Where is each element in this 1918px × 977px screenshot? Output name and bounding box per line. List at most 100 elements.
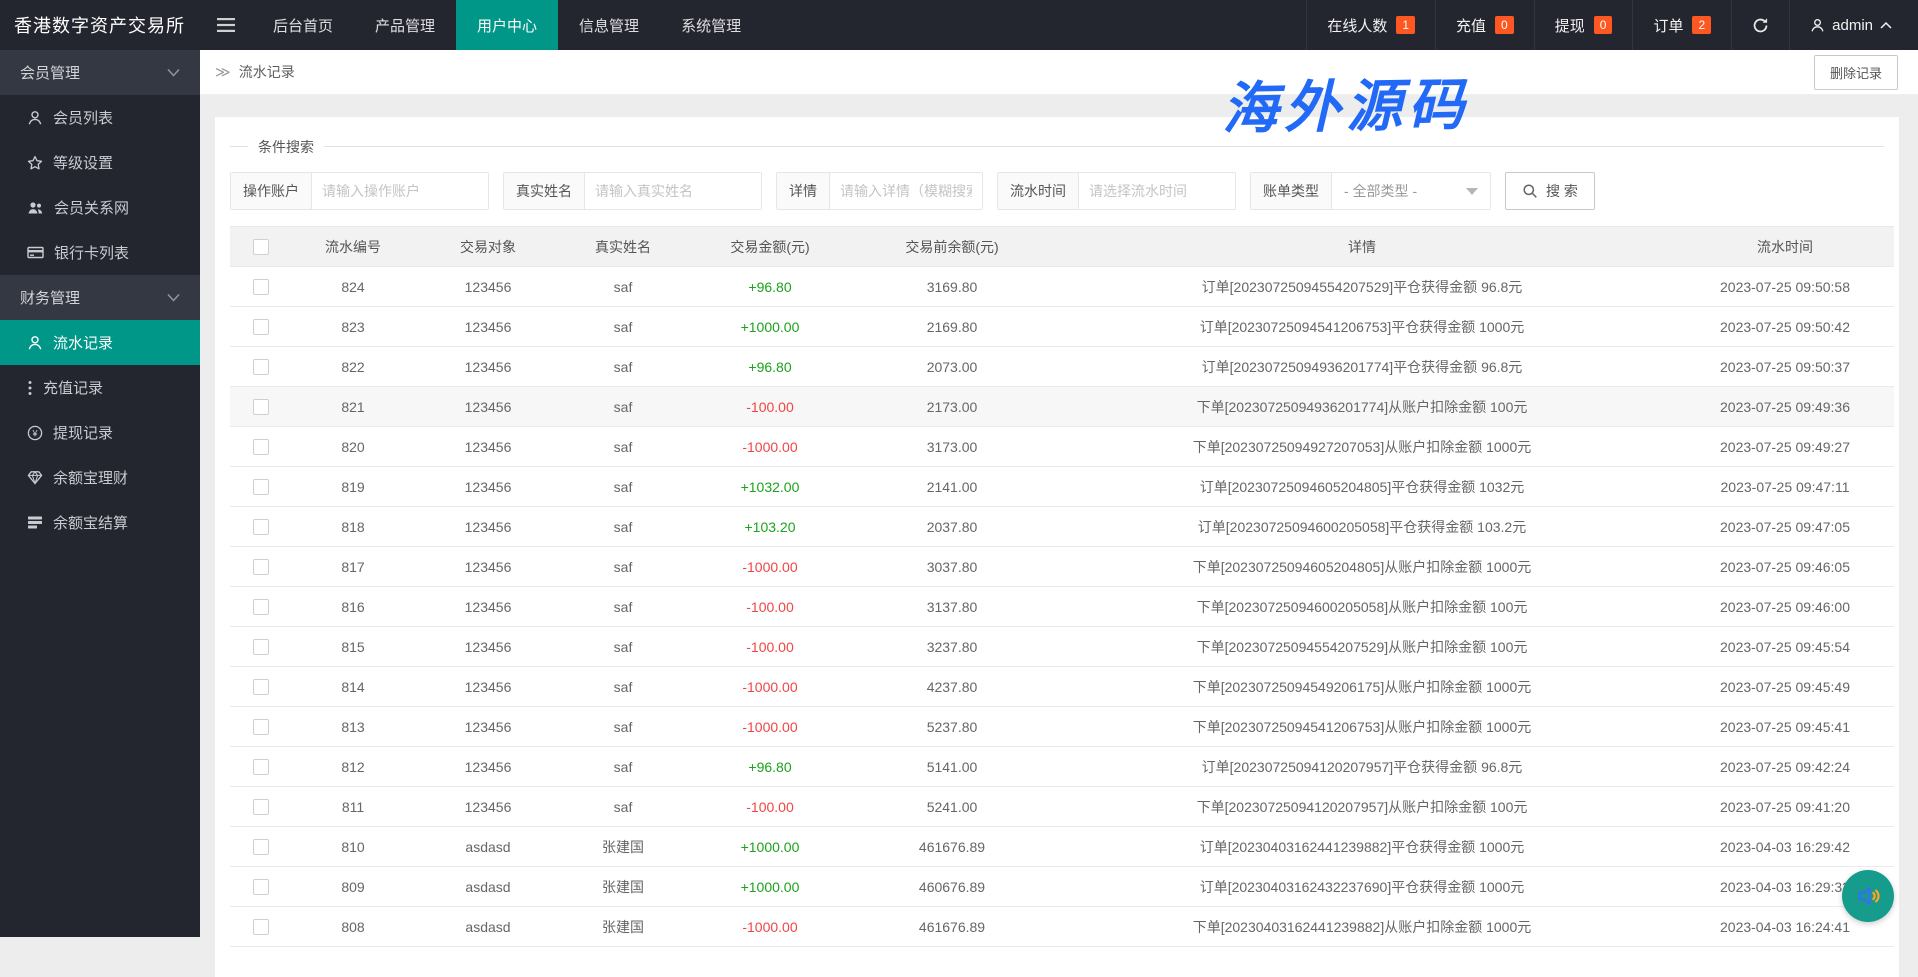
search-input[interactable] bbox=[585, 173, 761, 209]
cell-detail: 下单[20230725094605204805]从账户扣除金额 1000元 bbox=[1048, 547, 1676, 587]
table-row: 812123456saf+96.805141.00订单[202307250941… bbox=[230, 747, 1894, 787]
row-checkbox[interactable] bbox=[253, 439, 269, 455]
cell-flow-id: 815 bbox=[292, 627, 414, 667]
breadcrumb-arrow-icon: ≫ bbox=[215, 63, 231, 81]
checkbox-cell bbox=[230, 827, 292, 867]
sidebar-item-label: 余额宝结算 bbox=[53, 512, 128, 533]
sidebar-item[interactable]: 会员关系网 bbox=[0, 185, 200, 230]
checkbox-cell bbox=[230, 307, 292, 347]
row-checkbox[interactable] bbox=[253, 319, 269, 335]
row-checkbox[interactable] bbox=[253, 399, 269, 415]
cell-detail: 下单[20230725094600205058]从账户扣除金额 100元 bbox=[1048, 587, 1676, 627]
cell-time: 2023-07-25 09:49:36 bbox=[1676, 387, 1894, 427]
row-checkbox[interactable] bbox=[253, 599, 269, 615]
cell-flow-id: 821 bbox=[292, 387, 414, 427]
nav-item[interactable]: 后台首页 bbox=[252, 0, 354, 50]
sidebar-group-title[interactable]: 会员管理 bbox=[0, 50, 200, 95]
bill-type-select[interactable]: - 全部类型 - bbox=[1332, 173, 1490, 209]
cell-time: 2023-07-25 09:45:49 bbox=[1676, 667, 1894, 707]
stat-badge: 0 bbox=[1594, 16, 1613, 34]
hamburger-icon bbox=[217, 18, 235, 32]
select-all-checkbox[interactable] bbox=[253, 239, 269, 255]
cell-real-name: saf bbox=[562, 747, 684, 787]
stat-badge: 2 bbox=[1692, 16, 1711, 34]
cell-account: 123456 bbox=[414, 627, 562, 667]
stat-label: 提现 bbox=[1555, 15, 1585, 36]
user-menu[interactable]: admin bbox=[1789, 0, 1918, 50]
sidebar: 会员管理会员列表等级设置会员关系网银行卡列表财务管理流水记录充值记录¥提现记录余… bbox=[0, 50, 200, 937]
checkbox-cell bbox=[230, 627, 292, 667]
search-input[interactable] bbox=[1079, 173, 1235, 209]
menu-toggle-button[interactable] bbox=[200, 0, 252, 50]
row-checkbox[interactable] bbox=[253, 839, 269, 855]
nav-item[interactable]: 用户中心 bbox=[456, 0, 558, 50]
row-checkbox[interactable] bbox=[253, 919, 269, 935]
cell-account: 123456 bbox=[414, 507, 562, 547]
cell-time: 2023-07-25 09:49:27 bbox=[1676, 427, 1894, 467]
cell-detail: 订单[20230725094605204805]平仓获得金额 1032元 bbox=[1048, 467, 1676, 507]
sidebar-item[interactable]: 流水记录 bbox=[0, 320, 200, 365]
nav-item[interactable]: 产品管理 bbox=[354, 0, 456, 50]
search-field-group: 真实姓名 bbox=[503, 172, 762, 210]
sidebar-item[interactable]: 余额宝结算 bbox=[0, 500, 200, 545]
search-button[interactable]: 搜 索 bbox=[1505, 172, 1595, 210]
cell-balance: 5237.80 bbox=[856, 707, 1048, 747]
row-checkbox[interactable] bbox=[253, 479, 269, 495]
sidebar-group-title[interactable]: 财务管理 bbox=[0, 275, 200, 320]
row-checkbox[interactable] bbox=[253, 879, 269, 895]
refresh-button[interactable] bbox=[1731, 0, 1789, 50]
search-field-label: 操作账户 bbox=[231, 173, 312, 209]
content-card: 条件搜索 操作账户真实姓名详情流水时间账单类型- 全部类型 -搜 索 流水编号交… bbox=[215, 117, 1899, 977]
sidebar-item-label: 流水记录 bbox=[53, 332, 113, 353]
row-checkbox[interactable] bbox=[253, 719, 269, 735]
cell-amount: +96.80 bbox=[684, 747, 856, 787]
header-stat[interactable]: 在线人数1 bbox=[1306, 0, 1435, 50]
sidebar-item[interactable]: 会员列表 bbox=[0, 95, 200, 140]
row-checkbox[interactable] bbox=[253, 639, 269, 655]
search-field-label: 真实姓名 bbox=[504, 173, 585, 209]
cell-flow-id: 819 bbox=[292, 467, 414, 507]
row-checkbox[interactable] bbox=[253, 359, 269, 375]
cell-amount: -100.00 bbox=[684, 387, 856, 427]
search-input[interactable] bbox=[312, 173, 488, 209]
cell-balance: 3237.80 bbox=[856, 627, 1048, 667]
sidebar-item-label: 银行卡列表 bbox=[54, 242, 129, 263]
sidebar-item[interactable]: 余额宝理财 bbox=[0, 455, 200, 500]
row-checkbox[interactable] bbox=[253, 799, 269, 815]
header-stat[interactable]: 提现 0 bbox=[1534, 0, 1633, 50]
cell-balance: 2173.00 bbox=[856, 387, 1048, 427]
cell-real-name: 张建国 bbox=[562, 907, 684, 947]
cell-amount: -1000.00 bbox=[684, 907, 856, 947]
cell-detail: 订单[20230725094120207957]平仓获得金额 96.8元 bbox=[1048, 747, 1676, 787]
chevdown-icon bbox=[167, 68, 180, 77]
table-row: 816123456saf-100.003137.80下单[20230725094… bbox=[230, 587, 1894, 627]
row-checkbox[interactable] bbox=[253, 519, 269, 535]
row-checkbox[interactable] bbox=[253, 559, 269, 575]
header-stat[interactable]: 订单2 bbox=[1632, 0, 1731, 50]
search-input[interactable] bbox=[830, 173, 982, 209]
cell-amount: -1000.00 bbox=[684, 667, 856, 707]
floating-audio-button[interactable] bbox=[1842, 870, 1894, 922]
cell-balance: 4237.80 bbox=[856, 667, 1048, 707]
delete-records-button[interactable]: 删除记录 bbox=[1814, 55, 1898, 90]
table-row: 814123456saf-1000.004237.80下单[2023072509… bbox=[230, 667, 1894, 707]
cell-flow-id: 823 bbox=[292, 307, 414, 347]
column-header: 流水时间 bbox=[1676, 227, 1894, 267]
row-checkbox[interactable] bbox=[253, 679, 269, 695]
cell-balance: 2037.80 bbox=[856, 507, 1048, 547]
records-table: 流水编号交易对象真实姓名交易金额(元)交易前余额(元)详情流水时间 824123… bbox=[230, 226, 1894, 947]
nav-item[interactable]: 信息管理 bbox=[558, 0, 660, 50]
search-fieldset: 条件搜索 操作账户真实姓名详情流水时间账单类型- 全部类型 -搜 索 bbox=[230, 146, 1884, 210]
cell-balance: 3169.80 bbox=[856, 267, 1048, 307]
row-checkbox[interactable] bbox=[253, 279, 269, 295]
nav-item[interactable]: 系统管理 bbox=[660, 0, 762, 50]
sidebar-item[interactable]: ¥提现记录 bbox=[0, 410, 200, 455]
header-stat[interactable]: 充值0 bbox=[1435, 0, 1534, 50]
cell-time: 2023-07-25 09:46:05 bbox=[1676, 547, 1894, 587]
search-field-label: 流水时间 bbox=[998, 173, 1079, 209]
sidebar-item[interactable]: 充值记录 bbox=[0, 365, 200, 410]
sidebar-item[interactable]: 银行卡列表 bbox=[0, 230, 200, 275]
sidebar-item[interactable]: 等级设置 bbox=[0, 140, 200, 185]
row-checkbox[interactable] bbox=[253, 759, 269, 775]
cell-balance: 461676.89 bbox=[856, 907, 1048, 947]
